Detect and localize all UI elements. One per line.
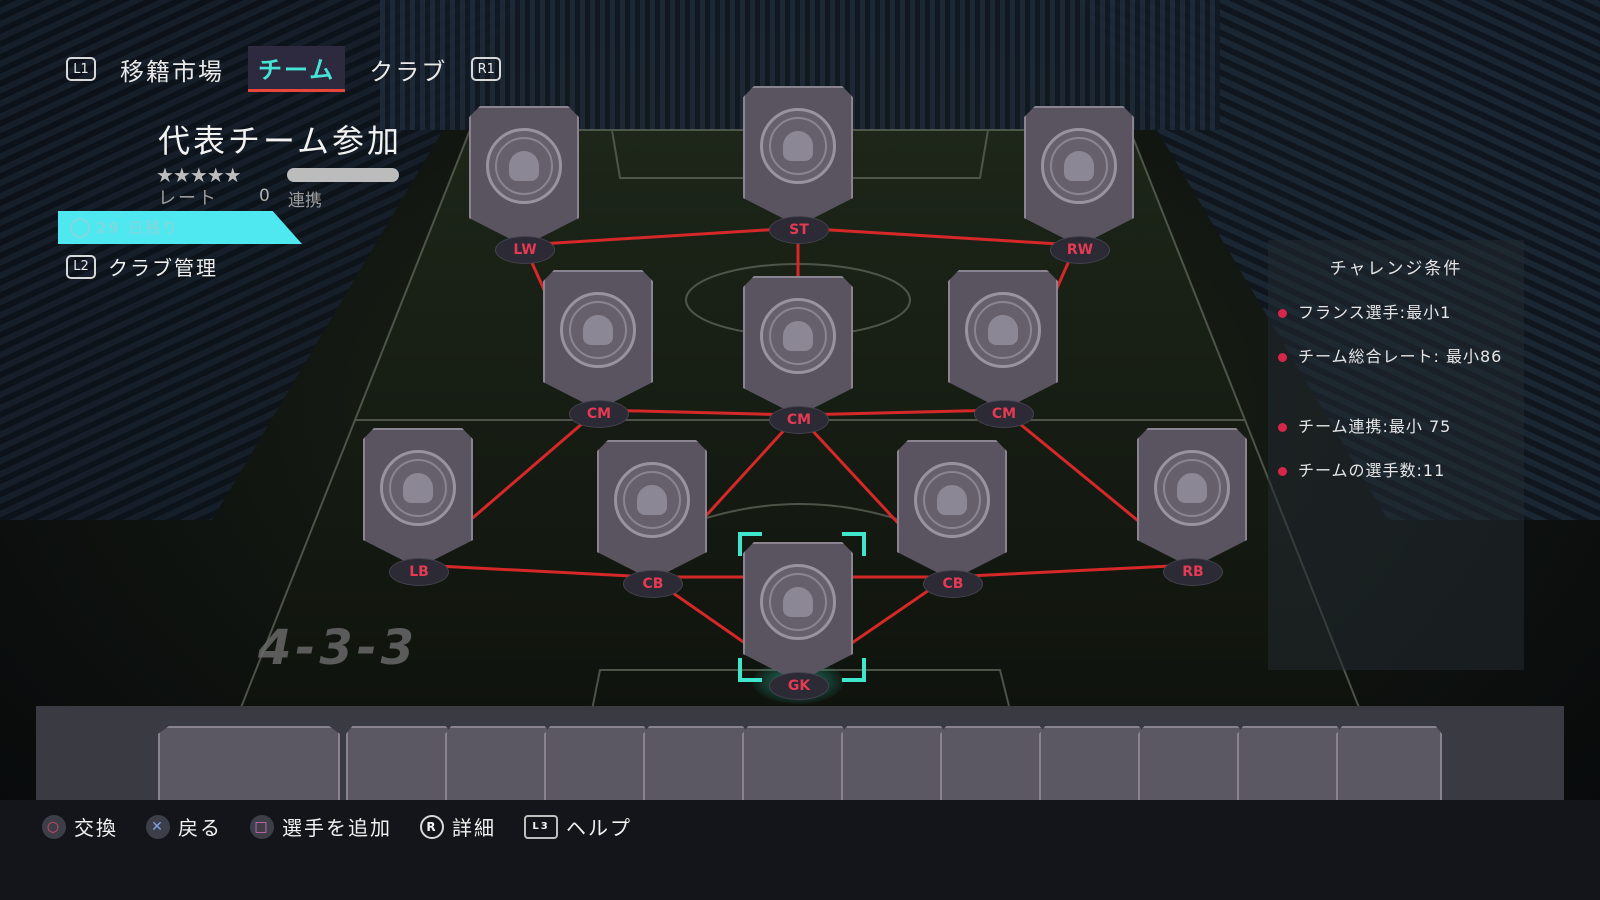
requirement-item: フランス選手:最小1 xyxy=(1278,300,1512,326)
player-silhouette-icon xyxy=(760,564,836,640)
bench-slot[interactable] xyxy=(346,726,452,806)
bench-slot[interactable] xyxy=(544,726,650,806)
player-slot-lb[interactable] xyxy=(363,428,473,568)
right-stick-icon: R xyxy=(420,814,444,839)
position-label-lw: LW xyxy=(495,236,555,264)
player-silhouette-icon xyxy=(760,298,836,374)
player-slot-cm-center[interactable] xyxy=(743,276,853,416)
bullet-icon xyxy=(1278,309,1287,318)
help-label: ヘルプ xyxy=(566,816,632,840)
stadium-background: L1 移籍市場 チーム クラブ R1 代表チーム参加 ★★★★★ レート 0 連… xyxy=(0,0,1600,900)
swap-label: 交換 xyxy=(74,816,118,840)
details-control[interactable]: R 詳細 xyxy=(420,812,496,841)
position-label-cb-right: CB xyxy=(923,570,983,598)
position-label-cm-right: CM xyxy=(974,400,1034,428)
position-label-gk: GK xyxy=(769,672,829,700)
selection-corner-icon xyxy=(738,532,762,556)
swap-control[interactable]: ○ 交換 xyxy=(42,812,118,841)
bench-slot[interactable] xyxy=(1138,726,1244,806)
player-silhouette-icon xyxy=(560,292,636,368)
player-silhouette-icon xyxy=(486,128,562,204)
bench-slot[interactable] xyxy=(1237,726,1343,806)
top-nav: L1 移籍市場 チーム クラブ R1 xyxy=(66,46,502,92)
time-remaining-text: 29 日残り xyxy=(96,219,180,237)
help-control[interactable]: L3 ヘルプ xyxy=(524,812,632,841)
circle-button-icon: ○ xyxy=(42,814,66,839)
bench-slot[interactable] xyxy=(158,726,340,806)
requirement-item: チームの選手数:11 xyxy=(1278,458,1512,484)
player-slot-cb-right[interactable] xyxy=(897,440,1007,580)
control-hints: ○ 交換 ✕ 戻る □ 選手を追加 R 詳細 L3 ヘルプ xyxy=(42,812,632,841)
bench-slot[interactable] xyxy=(940,726,1046,806)
position-label-st: ST xyxy=(769,216,829,244)
player-silhouette-icon xyxy=(1041,128,1117,204)
details-label: 詳細 xyxy=(452,816,496,840)
back-label: 戻る xyxy=(178,816,222,840)
player-silhouette-icon xyxy=(380,450,456,526)
player-silhouette-icon xyxy=(760,108,836,184)
bench-slot[interactable] xyxy=(1336,726,1442,806)
time-remaining-banner: 29 日残り xyxy=(58,211,302,244)
player-slot-lw[interactable] xyxy=(469,106,579,246)
cross-button-icon: ✕ xyxy=(146,814,170,839)
club-management-label: クラブ管理 xyxy=(108,256,218,280)
requirement-item: チーム連携:最小 75 xyxy=(1278,414,1512,440)
position-label-cm-left: CM xyxy=(569,400,629,428)
l2-button-icon: L2 xyxy=(66,254,96,279)
position-label-cb-left: CB xyxy=(623,570,683,598)
requirements-title: チャレンジ条件 xyxy=(1329,259,1463,279)
selection-corner-icon xyxy=(842,658,866,682)
requirement-item: チーム総合レート: 最小86 xyxy=(1278,344,1512,370)
player-slot-cm-right[interactable] xyxy=(948,270,1058,410)
l1-button-icon[interactable]: L1 xyxy=(66,57,96,81)
player-slot-cm-left[interactable] xyxy=(543,270,653,410)
chemistry-bar xyxy=(287,168,399,182)
player-slot-cb-left[interactable] xyxy=(597,440,707,580)
player-silhouette-icon xyxy=(914,462,990,538)
rating-label: レート xyxy=(158,188,218,209)
selection-corner-icon xyxy=(738,658,762,682)
r1-button-icon[interactable]: R1 xyxy=(471,57,502,81)
formation-label: 4-3-3 xyxy=(258,620,419,676)
player-silhouette-icon xyxy=(965,292,1041,368)
bullet-icon xyxy=(1278,423,1287,432)
tab-transfer-market[interactable]: 移籍市場 xyxy=(110,48,234,91)
bullet-icon xyxy=(1278,353,1287,362)
position-label-rb: RB xyxy=(1163,558,1223,586)
challenge-title: 代表チーム参加 xyxy=(158,122,403,160)
back-control[interactable]: ✕ 戻る xyxy=(146,812,222,841)
club-management-button[interactable]: L2 クラブ管理 xyxy=(66,252,218,281)
player-slot-st[interactable] xyxy=(743,86,853,226)
square-button-icon: □ xyxy=(250,814,274,839)
chemistry-label: 連携 xyxy=(288,191,322,211)
position-label-rw: RW xyxy=(1050,236,1110,264)
player-slot-rb[interactable] xyxy=(1137,428,1247,568)
bench-slot[interactable] xyxy=(1039,726,1145,806)
add-player-label: 選手を追加 xyxy=(282,816,392,840)
bench-slot[interactable] xyxy=(742,726,848,806)
player-slot-rw[interactable] xyxy=(1024,106,1134,246)
position-label-lb: LB xyxy=(389,558,449,586)
bullet-icon xyxy=(1278,467,1287,476)
add-player-control[interactable]: □ 選手を追加 xyxy=(250,812,392,841)
player-silhouette-icon xyxy=(1154,450,1230,526)
touchpad-icon: L3 xyxy=(524,814,558,839)
bench-slot[interactable] xyxy=(841,726,947,806)
rating-value: 0 xyxy=(259,186,270,206)
bench-slot[interactable] xyxy=(445,726,551,806)
player-silhouette-icon xyxy=(614,462,690,538)
timer-icon xyxy=(70,217,90,238)
selection-corner-icon xyxy=(842,532,866,556)
position-label-cm-center: CM xyxy=(769,406,829,434)
tab-club[interactable]: クラブ xyxy=(359,48,457,91)
challenge-requirements-panel: チャレンジ条件 フランス選手:最小1 チーム総合レート: 最小86 チーム連携:… xyxy=(1268,240,1524,670)
bench-slot[interactable] xyxy=(643,726,749,806)
tab-team[interactable]: チーム xyxy=(248,46,346,92)
